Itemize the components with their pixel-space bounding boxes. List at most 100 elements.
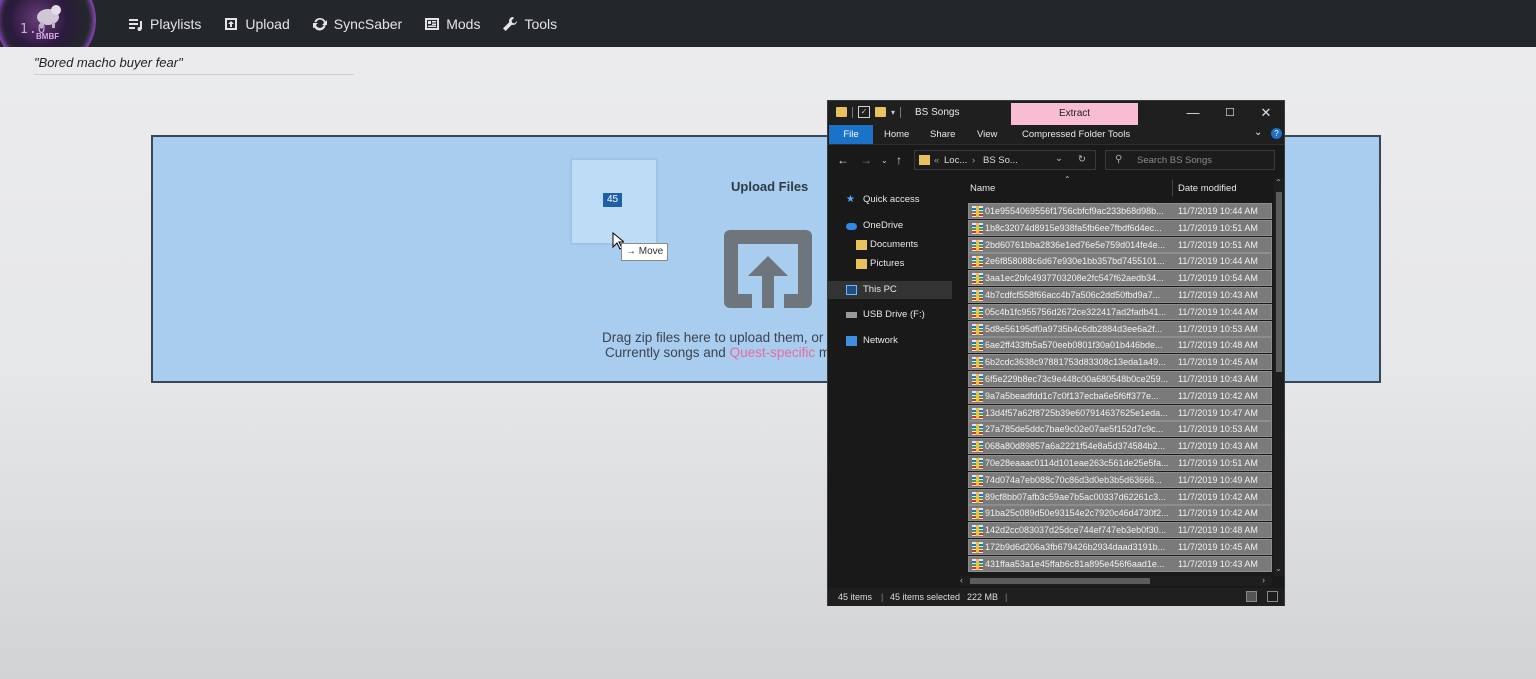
file-row[interactable]: 13d4f57a62f8725b39e607914637625e1eda... 1… <box>968 404 1272 421</box>
file-row[interactable]: 172b9d6d206a3fb679426b2934daad3191b... 11… <box>968 538 1272 555</box>
file-row[interactable]: 89cf8bb07afb3c59ae7b5ac00337d62261c3... 1… <box>968 488 1272 505</box>
zip-file-icon <box>972 289 983 301</box>
address-box[interactable]: « Loc... › BS So... ⌄ ↻ <box>914 150 1096 170</box>
column-header-date-modified[interactable]: Date modified <box>1178 183 1237 194</box>
scroll-left-icon[interactable]: ‹ <box>960 575 963 585</box>
nav-usb-drive[interactable]: USB Drive (F:) <box>828 306 952 324</box>
zip-file-icon <box>972 390 983 402</box>
zip-file-icon <box>972 323 983 335</box>
address-overflow[interactable]: « <box>934 155 939 166</box>
computer-icon <box>846 285 857 295</box>
file-date-modified: 11/7/2019 10:45 AM <box>1178 357 1258 368</box>
forward-arrow-icon[interactable]: → <box>860 153 872 167</box>
horizontal-scrollbar[interactable]: ‹ › <box>960 575 1272 586</box>
quest-specific-link[interactable]: Quest-specific <box>730 345 816 360</box>
file-row[interactable]: 05c4b1fc955756d2672ce322417ad2fadb41... 1… <box>968 303 1272 320</box>
minimize-button[interactable]: — <box>1181 105 1205 120</box>
close-button[interactable]: ✕ <box>1254 105 1278 121</box>
ribbon-tab-file[interactable]: File <box>829 125 873 144</box>
file-date-modified: 11/7/2019 10:54 AM <box>1178 273 1258 284</box>
app-logo[interactable]: 1.0 BMBF <box>0 0 96 47</box>
file-date-modified: 11/7/2019 10:44 AM <box>1178 256 1258 267</box>
nav-documents[interactable]: Documents <box>828 236 952 254</box>
file-row[interactable]: 9a7a5beadfdd1c7c0f137ecba6e5f6ff377e... 1… <box>968 387 1272 404</box>
file-row[interactable]: 5d8e56195df0a9735b4c6db2884d3ee6a2f... 11… <box>968 320 1272 337</box>
file-date-modified: 11/7/2019 10:43 AM <box>1178 558 1258 569</box>
address-dropdown-icon[interactable]: ⌄ <box>1055 153 1063 164</box>
refresh-icon[interactable]: ↻ <box>1078 154 1086 165</box>
horizontal-scroll-thumb[interactable] <box>970 578 1150 584</box>
file-row[interactable]: 2e6f858088c6d67e930e1bb357bd7455101... 11… <box>968 253 1272 270</box>
explorer-title-bar[interactable]: ✓ ▾ BS Songs Extract — ☐ ✕ <box>828 101 1284 125</box>
nav-pictures[interactable]: Pictures <box>828 255 952 273</box>
file-row[interactable]: 74d074a7eb088c70c86d3d0eb3b5d63666... 11/… <box>968 471 1272 488</box>
file-row[interactable]: 068a80d89857a6a2221f54e8a5d374584b2... 11… <box>968 438 1272 455</box>
file-row[interactable]: 1b8c32074d8915e938fa5fb6ee7fbdf6d4ec... 1… <box>968 219 1272 236</box>
vertical-scrollbar[interactable]: ⌃ ⌄ <box>1274 178 1284 576</box>
file-row[interactable]: 70e28eaaac0114d101eae263c561de25e5fa... 1… <box>968 454 1272 471</box>
nav-onedrive[interactable]: OneDrive <box>828 217 952 235</box>
nav-syncsaber[interactable]: SyncSaber <box>312 16 402 32</box>
back-arrow-icon[interactable]: ← <box>837 153 849 167</box>
scroll-right-icon[interactable]: › <box>1262 575 1265 585</box>
scroll-up-icon[interactable]: ⌃ <box>1275 178 1282 187</box>
help-icon[interactable]: ? <box>1271 128 1282 139</box>
nav-network[interactable]: Network <box>828 332 952 350</box>
nav-playlists-label: Playlists <box>150 15 202 32</box>
file-name: 91ba25c089d50e93154e2c7920c46d4730f2... <box>985 508 1169 519</box>
file-row[interactable]: 4b7cdfcf558f66acc4b7a506c2dd50fbd9a7... 1… <box>968 286 1272 303</box>
zip-file-icon <box>972 525 983 537</box>
up-arrow-icon[interactable]: ↑ <box>896 153 902 167</box>
file-row[interactable]: 2bd60761bba2836e1ed76e5e759d014fe4e... 11… <box>968 236 1272 253</box>
column-divider[interactable] <box>1172 180 1173 196</box>
file-date-modified: 11/7/2019 10:43 AM <box>1178 373 1258 384</box>
nav-upload-label: Upload <box>245 15 290 32</box>
nav-mods[interactable]: Mods <box>424 16 480 32</box>
file-explorer-window[interactable]: ✓ ▾ BS Songs Extract — ☐ ✕ File Home Sha… <box>827 100 1285 606</box>
nav-this-pc[interactable]: This PC <box>828 281 952 299</box>
column-header-name[interactable]: Name <box>970 183 995 194</box>
address-crumb-bs-songs[interactable]: BS So... <box>983 155 1018 166</box>
ribbon-tab-view[interactable]: View <box>977 129 997 140</box>
search-box[interactable]: ⚲ Search BS Songs <box>1105 150 1275 170</box>
file-row[interactable]: 142d2cc083037d25dce744ef747eb3eb0f30... 1… <box>968 522 1272 539</box>
nav-quick-access[interactable]: ★ Quick access <box>828 191 952 209</box>
nav-tools[interactable]: Tools <box>502 16 557 32</box>
properties-check-icon[interactable]: ✓ <box>858 106 870 118</box>
ribbon-tab-home[interactable]: Home <box>884 129 909 140</box>
address-crumb-local[interactable]: Loc... <box>944 155 967 166</box>
toolbar-dropdown-icon[interactable]: ▾ <box>891 108 895 117</box>
vertical-scroll-thumb[interactable] <box>1276 192 1282 372</box>
large-icons-view-icon[interactable] <box>1267 591 1278 602</box>
file-row[interactable]: 27a785de5ddc7bae9c02e07ae5f152d7c9c... 11… <box>968 421 1272 438</box>
ribbon-tab-share[interactable]: Share <box>930 129 955 140</box>
nav-playlists[interactable]: Playlists <box>128 16 201 32</box>
zip-file-icon <box>972 340 983 352</box>
file-name: 9a7a5beadfdd1c7c0f137ecba6e5f6ff377e... <box>985 390 1159 401</box>
file-date-modified: 11/7/2019 10:49 AM <box>1178 474 1258 485</box>
sort-ascending-icon: ⌃ <box>1064 175 1071 184</box>
new-folder-icon[interactable] <box>875 107 886 117</box>
maximize-button[interactable]: ☐ <box>1218 106 1242 119</box>
recent-locations-icon[interactable]: ⌄ <box>881 156 888 165</box>
file-name: 89cf8bb07afb3c59ae7b5ac00337d62261c3... <box>985 491 1166 502</box>
file-row[interactable]: 01e9554069556f1756cbfcf9ac233b68d98b... 1… <box>968 203 1272 219</box>
file-row[interactable]: 6b2cdc3638c97881753d83308c13eda1a49... 11… <box>968 354 1272 371</box>
status-divider: | <box>881 592 884 602</box>
extract-context-tab[interactable]: Extract <box>1011 103 1138 125</box>
arrow-right-icon: → <box>626 246 636 257</box>
status-selected-size: 222 MB <box>967 592 999 602</box>
file-row[interactable]: 3aa1ec2bfc4937703208e2fc547f62aedb34... 1… <box>968 270 1272 287</box>
nav-upload[interactable]: Upload <box>223 15 290 32</box>
ribbon-tab-compressed-folder-tools[interactable]: Compressed Folder Tools <box>1022 129 1130 140</box>
file-row[interactable]: 6f5e229b8ec73c9e448c00a680548b0ce259... 1… <box>968 370 1272 387</box>
file-row[interactable]: 91ba25c089d50e93154e2c7920c46d4730f2... 1… <box>968 505 1272 522</box>
file-row[interactable]: 431ffaa53a1e45ffab6c81a895e456f6aad1e...… <box>968 555 1272 572</box>
zip-file-icon <box>972 558 983 570</box>
nav-this-pc-label: This PC <box>863 284 897 295</box>
ribbon-expand-icon[interactable]: ⌄ <box>1254 127 1262 138</box>
scroll-down-icon[interactable]: ⌄ <box>1275 564 1282 573</box>
file-row[interactable]: 6ae2ff433fb5a570eeb0801f30a01b446bde... 1… <box>968 337 1272 354</box>
nav-documents-label: Documents <box>870 239 919 250</box>
details-view-icon[interactable] <box>1246 591 1257 602</box>
